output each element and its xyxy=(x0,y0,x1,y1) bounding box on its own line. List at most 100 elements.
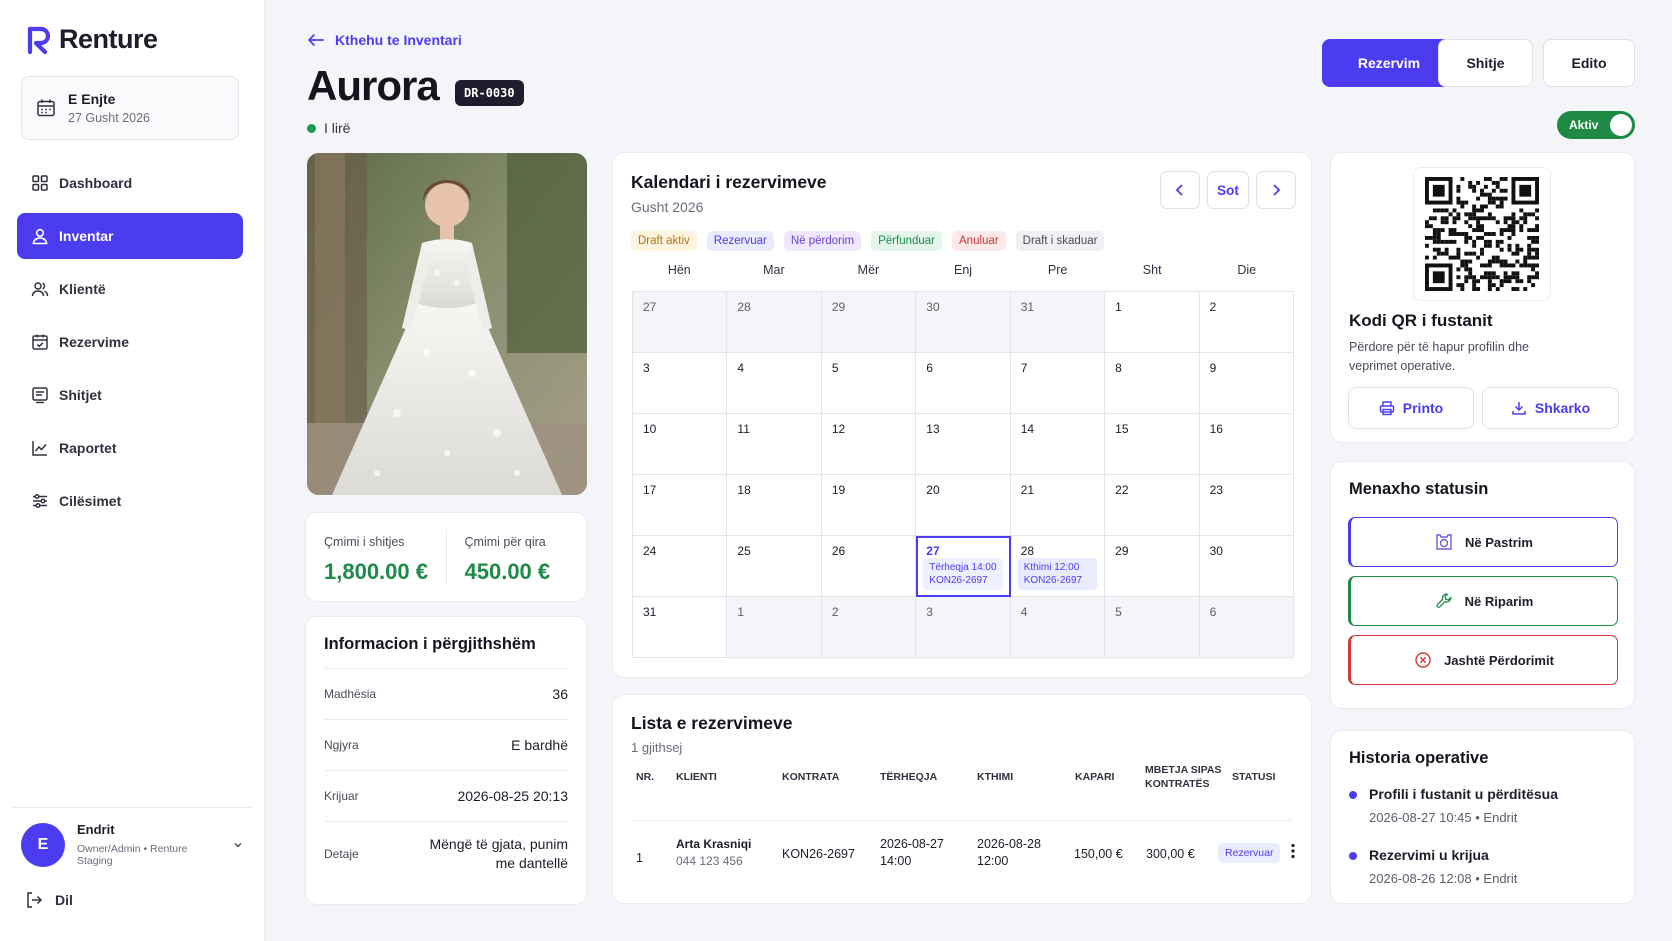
calendar-prev-button[interactable] xyxy=(1160,171,1200,209)
event-line: KON26-2697 xyxy=(1023,575,1083,586)
calendar-day[interactable]: 29 xyxy=(1105,536,1200,597)
printer-icon xyxy=(1379,401,1394,416)
user-profile[interactable]: E Endrit Owner/Admin • Renture Staging xyxy=(12,807,252,867)
sidebar-item-raportet[interactable]: Raportet xyxy=(17,425,243,471)
weekday-label: Hën xyxy=(667,263,691,277)
calendar-day[interactable]: 25 xyxy=(727,536,822,597)
row-actions-button[interactable] xyxy=(1290,843,1296,862)
sliders-icon xyxy=(33,493,47,509)
logout-button[interactable]: Dil xyxy=(25,891,73,909)
chevron-down-icon[interactable] xyxy=(232,839,244,851)
calendar-day[interactable]: 31 xyxy=(1010,292,1106,353)
calendar-day[interactable]: 5 xyxy=(1105,597,1200,658)
calendar-day[interactable]: 6 xyxy=(1199,597,1294,658)
calendar-day[interactable]: 1 xyxy=(727,597,822,658)
calendar-day[interactable]: 7 xyxy=(1010,353,1106,414)
repair-button[interactable]: Në Riparim xyxy=(1348,576,1618,626)
calendar-day[interactable]: 16 xyxy=(1199,414,1294,475)
reserve-button[interactable]: Rezervim xyxy=(1322,39,1456,87)
cleaning-label: Në Pastrim xyxy=(1465,534,1533,550)
calendar-day[interactable]: 30 xyxy=(916,292,1011,353)
calendar-next-button[interactable] xyxy=(1256,171,1296,209)
day-number: 20 xyxy=(926,483,940,497)
app-logo[interactable]: Renture xyxy=(27,24,158,55)
download-button[interactable]: Shkarko xyxy=(1482,387,1619,429)
calendar-day[interactable]: 20 xyxy=(916,475,1011,536)
calendar-day[interactable]: 1 xyxy=(1105,292,1200,353)
day-number: 12 xyxy=(831,422,846,436)
calendar-day[interactable]: 15 xyxy=(1105,414,1200,475)
day-number: 10 xyxy=(643,422,657,436)
calendar-day[interactable]: 3 xyxy=(916,597,1011,658)
sidebar-item-shitjet[interactable]: Shitjet xyxy=(17,372,243,418)
sell-button[interactable]: Shitje xyxy=(1438,39,1533,87)
history-item: Profili i fustanit u përditësua 2026-08-… xyxy=(1349,786,1558,825)
calendar-day[interactable]: 3 xyxy=(633,353,728,414)
calendar-day[interactable]: 18 xyxy=(727,475,822,536)
col-deposit: KAPARI xyxy=(1075,771,1115,783)
history-dot-icon xyxy=(1349,791,1357,799)
calendar-day[interactable]: 27 xyxy=(633,292,728,353)
calendar-event[interactable]: Kthimi 12:00 KON26-2697 xyxy=(1017,558,1098,590)
sidebar-item-label: Raportet xyxy=(59,440,117,456)
calendar-day[interactable]: 4 xyxy=(727,353,822,414)
calendar-day[interactable]: 11 xyxy=(727,414,822,475)
sidebar-item-dashboard[interactable]: Dashboard xyxy=(17,160,243,206)
edit-button[interactable]: Edito xyxy=(1543,39,1635,87)
back-to-inventory-link[interactable]: Kthehu te Inventari xyxy=(307,32,462,48)
calendar-day[interactable]: 22 xyxy=(1105,475,1200,536)
calendar-grid: 27 28 29 30 31 1 2 3 4 5 6 7 8 9 10 11 12 13 14 15 16 17 18 19 2… xyxy=(632,291,1294,658)
calendar-day[interactable]: 24 xyxy=(633,536,728,597)
calendar-day[interactable]: 14 xyxy=(1010,414,1106,475)
calendar-event[interactable]: Tërheqja 14:00 KON26-2697 xyxy=(923,558,1003,590)
calendar-day[interactable]: 26 xyxy=(821,536,917,597)
day-number: 7 xyxy=(1020,361,1028,375)
day-number: 5 xyxy=(831,361,839,375)
info-row-details: Detaje Mëngë të gjata, punim me dantellë xyxy=(324,822,568,886)
sidebar-item-label: Rezervime xyxy=(59,334,130,350)
calendar-day[interactable]: 17 xyxy=(633,475,728,536)
calendar-day[interactable]: 13 xyxy=(916,414,1011,475)
calendar-day[interactable]: 8 xyxy=(1105,353,1200,414)
active-toggle[interactable]: Aktiv xyxy=(1557,111,1635,139)
calendar-day[interactable]: 29 xyxy=(821,292,917,353)
calendar-today-button[interactable]: Sot xyxy=(1207,171,1249,209)
row-return-date: 2026-08-28 xyxy=(977,837,1041,851)
info-key: Madhësia xyxy=(324,687,377,701)
chart-icon xyxy=(32,441,47,456)
arrow-left-icon xyxy=(308,34,324,46)
legend-pill: Draft aktiv xyxy=(631,231,697,251)
calendar-day[interactable]: 12 xyxy=(821,414,917,475)
calendar-day[interactable]: 6 xyxy=(916,353,1011,414)
calendar-day[interactable]: 10 xyxy=(633,414,728,475)
calendar-day[interactable]: 5 xyxy=(821,353,917,414)
calendar-day[interactable]: 30 xyxy=(1199,536,1294,597)
legend-pill: Përfunduar xyxy=(871,231,943,251)
logout-icon xyxy=(27,892,43,908)
calendar-day[interactable]: 21 xyxy=(1010,475,1106,536)
print-button[interactable]: Printo xyxy=(1348,387,1474,429)
calendar-day-today[interactable]: 27 Tërheqja 14:00 KON26-2697 xyxy=(916,536,1011,597)
calendar-day[interactable]: 19 xyxy=(821,475,917,536)
calendar-day[interactable]: 28 xyxy=(727,292,822,353)
sidebar-item-rezervime[interactable]: Rezervime xyxy=(17,319,243,365)
status-badge: Rezervuar xyxy=(1218,843,1281,863)
legend-pill: Në përdorim xyxy=(783,231,862,251)
calendar-day[interactable]: 31 xyxy=(633,597,728,658)
day-number: 28 xyxy=(1020,544,1035,558)
calendar-day[interactable]: 23 xyxy=(1199,475,1294,536)
sale-price: Çmimi i shitjes 1,800.00 € xyxy=(306,513,446,601)
calendar-day[interactable]: 2 xyxy=(1199,292,1294,353)
qr-title: Kodi QR i fustanit xyxy=(1349,311,1493,330)
chevron-right-icon xyxy=(1273,184,1281,196)
sidebar-item-cilesimet[interactable]: Cilësimet xyxy=(17,478,243,524)
sidebar-item-inventar[interactable]: Inventar xyxy=(17,213,243,259)
users-icon xyxy=(31,282,49,297)
sidebar-item-kliente[interactable]: Klientë xyxy=(17,266,243,312)
calendar-day[interactable]: 28 Kthimi 12:00 KON26-2697 xyxy=(1010,536,1106,597)
cleaning-button[interactable]: Në Pastrim xyxy=(1348,517,1618,567)
out-of-use-button[interactable]: Jashtë Përdorimit xyxy=(1348,635,1618,685)
calendar-day[interactable]: 2 xyxy=(821,597,917,658)
calendar-day[interactable]: 4 xyxy=(1010,597,1106,658)
calendar-day[interactable]: 9 xyxy=(1199,353,1294,414)
